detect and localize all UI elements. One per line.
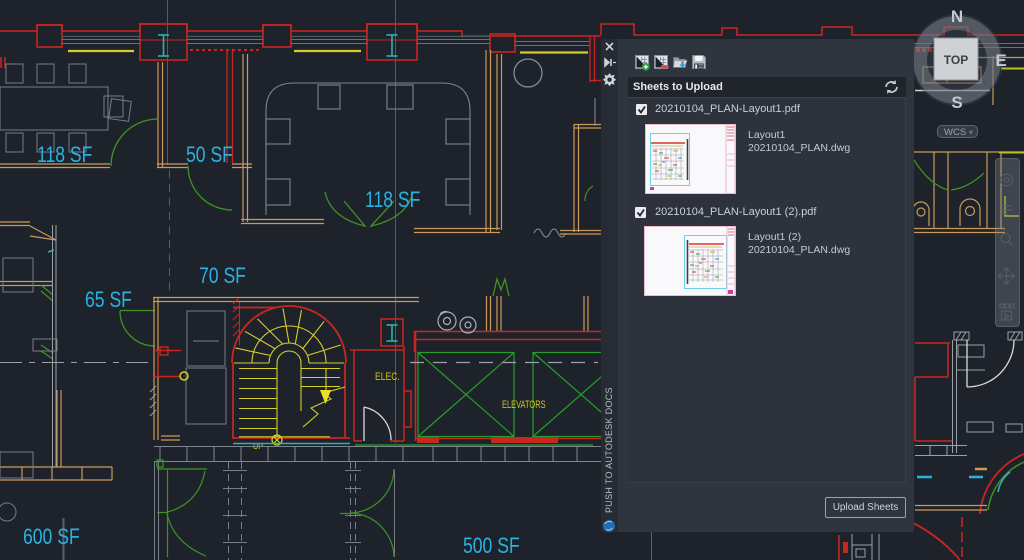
svg-text:600 SF: 600 SF [23,525,80,549]
svg-text:500 SF: 500 SF [463,534,520,558]
svg-text:ELEVATORS: ELEVATORS [502,397,546,410]
svg-text:N: N [951,8,963,26]
svg-text:70 SF: 70 SF [199,264,246,288]
svg-text:TOP: TOP [944,53,968,67]
svg-text:50 SF: 50 SF [186,143,233,167]
svg-text:S: S [951,93,962,112]
svg-text:118 SF: 118 SF [37,143,92,167]
svg-text:65 SF: 65 SF [85,288,132,312]
svg-text:E: E [995,51,1006,70]
svg-text:ELEC.: ELEC. [375,371,400,383]
svg-text:118 SF: 118 SF [365,188,420,212]
